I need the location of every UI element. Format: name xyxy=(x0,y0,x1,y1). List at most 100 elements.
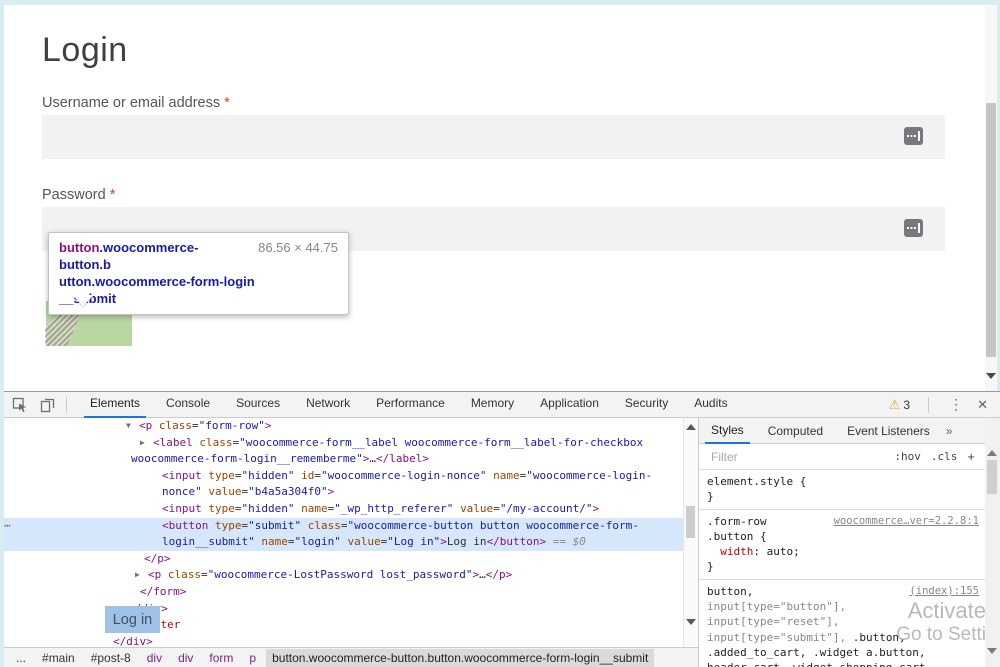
tab-elements[interactable]: Elements xyxy=(84,391,146,418)
tab-audits[interactable]: Audits xyxy=(688,391,733,416)
more-tabs-icon[interactable]: » xyxy=(946,424,953,438)
close-devtools-icon[interactable]: ✕ xyxy=(973,397,1000,413)
arrow-spacer xyxy=(149,484,162,501)
sidebar-tab-computed[interactable]: Computed xyxy=(762,419,829,443)
frame-strip-left xyxy=(0,0,4,667)
browser-viewport: Login Username or email address * Passwo… xyxy=(0,0,1000,391)
arrow-spacer xyxy=(149,501,162,518)
dots-glyph xyxy=(907,135,916,137)
tab-console[interactable]: Console xyxy=(160,391,216,416)
elements-scrollbar[interactable] xyxy=(683,418,697,647)
dots-glyph xyxy=(907,227,916,229)
screenshot-root: Login Username or email address * Passwo… xyxy=(0,0,1000,667)
bar-glyph xyxy=(918,131,920,141)
tab-performance[interactable]: Performance xyxy=(370,391,451,416)
dom-node[interactable]: ::after xyxy=(0,617,683,634)
breadcrumb-item[interactable]: button.woocommerce-button.button.woocomm… xyxy=(266,649,654,667)
tooltip-dimensions: 86.56 × 44.75 xyxy=(258,239,338,256)
css-rule: element.style {} xyxy=(699,470,985,510)
login-page: Login Username or email address * Passwo… xyxy=(4,5,985,391)
arrow-spacer xyxy=(149,468,162,485)
breadcrumb-item[interactable]: p xyxy=(249,651,256,665)
arrow-spacer xyxy=(100,634,113,647)
styles-sidebar: Styles Computed Event Listeners » :hov .cls… xyxy=(698,418,985,667)
elements-scrollbar-thumb[interactable] xyxy=(686,506,695,538)
devtools-tabs: Elements Console Sources Network Performance… xyxy=(77,391,741,418)
password-manager-icon[interactable] xyxy=(904,127,923,145)
warnings-badge[interactable]: ⚠ 3 xyxy=(889,397,910,413)
dom-node[interactable]: ▶<p class="woocommerce-LostPassword lost… xyxy=(0,567,683,584)
arrow-spacer xyxy=(127,584,140,601)
toolbar-separator xyxy=(66,397,67,413)
new-style-rule-button[interactable]: + xyxy=(967,449,975,464)
stylesheet-link[interactable]: (index):155 xyxy=(909,584,979,599)
password-manager-icon[interactable] xyxy=(904,219,923,237)
stylesheet-link[interactable]: woocommerce…ver=2.2.8:1 xyxy=(834,514,979,529)
dom-node-selected[interactable]: ⋯ <button type="submit" class="woocommer… xyxy=(0,518,683,535)
password-label: Password * xyxy=(42,187,115,203)
breadcrumb-item[interactable]: ... xyxy=(16,651,26,665)
username-label: Username or email address * xyxy=(42,95,230,111)
tooltip-tag: button xyxy=(59,240,99,255)
dom-node[interactable]: </div> xyxy=(0,634,683,647)
bar-glyph xyxy=(918,223,920,233)
tab-memory[interactable]: Memory xyxy=(465,391,520,416)
scroll-up-arrow-icon[interactable] xyxy=(686,424,696,430)
breadcrumb-item[interactable]: #post-8 xyxy=(91,651,131,665)
toolbar-right: ⚠ 3 ⋮ ✕ xyxy=(889,396,1000,413)
dom-node[interactable]: <input type="hidden" name="_wp_http_refe… xyxy=(0,501,683,518)
dom-node[interactable]: </form> xyxy=(0,584,683,601)
dom-node[interactable]: </div> xyxy=(0,601,683,618)
arrow-spacer xyxy=(118,451,131,468)
page-title: Login xyxy=(42,31,128,70)
styles-scrollbar-thumb[interactable] xyxy=(987,460,997,494)
styles-filter-input[interactable] xyxy=(709,449,894,465)
dom-node[interactable]: woocommerce-form-login__rememberme">…</l… xyxy=(0,451,683,468)
sidebar-tab-event-listeners[interactable]: Event Listeners xyxy=(841,419,936,443)
login-button[interactable]: Log in xyxy=(105,606,160,633)
sidebar-tab-styles[interactable]: Styles xyxy=(705,418,750,444)
scroll-down-arrow-icon[interactable] xyxy=(987,648,997,654)
tab-sources[interactable]: Sources xyxy=(230,391,286,416)
css-rule: woocommerce…ver=2.2.8:1.form-row.button … xyxy=(699,510,985,580)
arrow-spacer xyxy=(131,551,144,568)
page-scrollbar-thumb[interactable] xyxy=(986,103,996,357)
dom-node-selected[interactable]: login__submit" name="login" value="Log i… xyxy=(0,534,683,551)
dom-node[interactable]: </p> xyxy=(0,551,683,568)
expand-arrow-icon[interactable]: ▶ xyxy=(135,567,148,584)
inspect-element-icon[interactable] xyxy=(12,397,28,413)
required-asterisk: * xyxy=(110,187,116,203)
styles-tabs: Styles Computed Event Listeners » xyxy=(699,418,985,444)
node-overflow-icon[interactable]: ⋯ xyxy=(4,518,10,535)
breadcrumb: ... #main #post-8 div div form p button.woocomm… xyxy=(0,647,698,667)
dom-node[interactable]: ▼<p class="form-row"> xyxy=(0,418,683,435)
devtools-toolbar: Elements Console Sources Network Performance… xyxy=(0,392,1000,418)
tab-application[interactable]: Application xyxy=(534,391,605,416)
scroll-up-arrow-icon[interactable] xyxy=(987,450,997,456)
scroll-down-arrow-icon[interactable] xyxy=(686,619,696,625)
required-asterisk: * xyxy=(224,95,230,111)
dom-node[interactable]: <input type="hidden" id="woocommerce-log… xyxy=(0,468,683,485)
dom-node[interactable]: ▶<label class="woocommerce-form__label w… xyxy=(0,435,683,452)
tab-security[interactable]: Security xyxy=(619,391,674,416)
css-rule: (index):155button,input[type="button"],i… xyxy=(699,580,985,667)
expand-arrow-icon[interactable]: ▼ xyxy=(126,418,139,435)
styles-filter-row: :hov .cls + xyxy=(699,444,985,470)
styles-scrollbar[interactable] xyxy=(985,418,1000,667)
device-toolbar-icon[interactable] xyxy=(40,397,56,413)
arrow-spacer xyxy=(149,518,162,535)
tab-network[interactable]: Network xyxy=(300,391,356,416)
more-options-icon[interactable]: ⋮ xyxy=(939,396,973,413)
username-input[interactable] xyxy=(42,115,945,159)
page-scrollbar[interactable] xyxy=(985,5,997,391)
tooltip-arrow xyxy=(72,295,94,306)
breadcrumb-item[interactable]: form xyxy=(209,651,233,665)
expand-arrow-icon[interactable]: ▶ xyxy=(140,435,153,452)
breadcrumb-item[interactable]: #main xyxy=(42,651,75,665)
breadcrumb-item[interactable]: div xyxy=(178,651,193,665)
scroll-down-arrow-icon[interactable] xyxy=(986,373,996,379)
dom-node[interactable]: nonce" value="b4a5a304f0"> xyxy=(0,484,683,501)
breadcrumb-item[interactable]: div xyxy=(147,651,162,665)
element-class-toggle[interactable]: .cls xyxy=(931,450,958,463)
pseudo-state-toggle[interactable]: :hov xyxy=(894,450,921,463)
